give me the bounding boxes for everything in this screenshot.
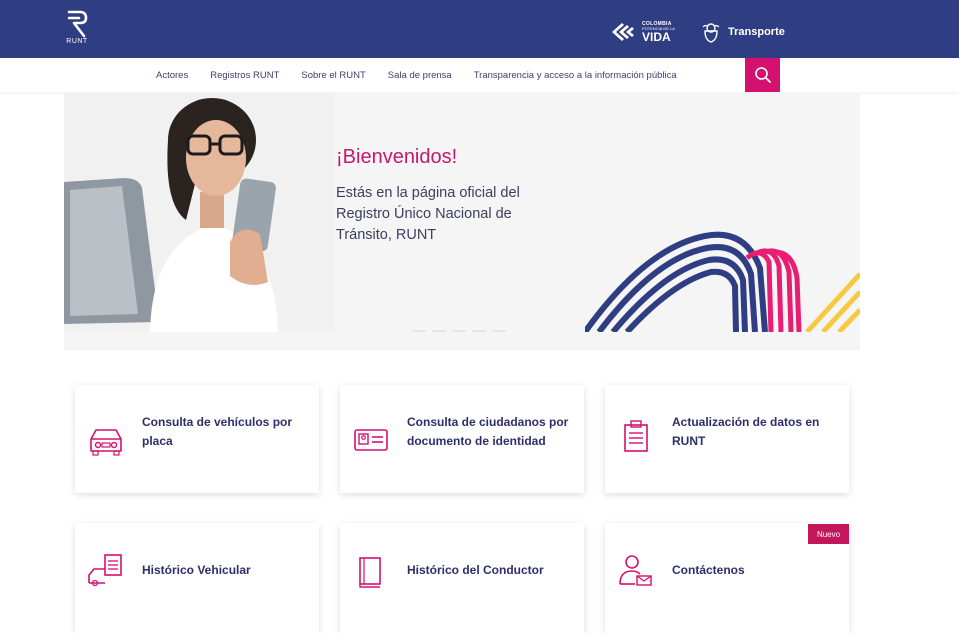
nav-item-sobre-el-runt[interactable]: Sobre el RUNT bbox=[301, 70, 365, 81]
document-icon bbox=[624, 420, 648, 452]
crest-icon bbox=[702, 23, 720, 43]
book-icon bbox=[359, 557, 381, 588]
card-label: Histórico Vehicular bbox=[142, 563, 251, 577]
id-card-icon bbox=[354, 429, 388, 451]
ministry-transporte-logo[interactable]: Transporte bbox=[702, 20, 785, 44]
carousel-dot[interactable] bbox=[472, 330, 486, 332]
card-actualizacion-datos[interactable]: Actualización de datos en RUNT bbox=[605, 385, 849, 493]
decorative-ribbon bbox=[585, 231, 860, 332]
nav-items: Actores Registros RUNT Sobre el RUNT Sal… bbox=[145, 58, 688, 92]
nav-item-transparencia[interactable]: Transparencia y acceso a la información … bbox=[474, 70, 677, 81]
card-label: Histórico del Conductor bbox=[407, 563, 544, 577]
card-consulta-vehiculos[interactable]: Consulta de vehículos por placa bbox=[75, 385, 319, 493]
card-label: Consulta de ciudadanos por documento de … bbox=[407, 415, 569, 448]
runt-logo-text: RUNT bbox=[66, 38, 88, 45]
card-label: Consulta de vehículos por placa bbox=[142, 415, 293, 448]
carousel-prev-button[interactable]: ‹ bbox=[182, 292, 191, 318]
card-consulta-ciudadanos[interactable]: Consulta de ciudadanos por documento de … bbox=[340, 385, 584, 493]
search-icon bbox=[754, 67, 771, 83]
hero-title: ¡Bienvenidos! bbox=[336, 146, 458, 168]
ministry-label: Transporte bbox=[728, 26, 785, 38]
card-historico-conductor[interactable]: Histórico del Conductor bbox=[340, 523, 584, 633]
carousel-dot[interactable] bbox=[432, 330, 446, 332]
hero-text: Estás en la página oficial del Registro … bbox=[336, 185, 520, 243]
card-label: Actualización de datos en RUNT bbox=[672, 415, 820, 448]
carousel-dots bbox=[412, 330, 506, 332]
nav-item-actores[interactable]: Actores bbox=[156, 70, 188, 81]
runt-logo-icon bbox=[67, 10, 88, 38]
new-badge: Nuevo bbox=[808, 524, 849, 544]
nav-item-sala-de-prensa[interactable]: Sala de prensa bbox=[388, 70, 452, 81]
main-nav: Actores Registros RUNT Sobre el RUNT Sal… bbox=[0, 58, 959, 92]
carousel-dot[interactable] bbox=[412, 330, 426, 332]
colombia-potencia-logo[interactable]: COLOMBIA POTENCIA DE LA VIDA bbox=[610, 18, 675, 46]
top-bar: RUNT COLOMBIA POTENCIA DE LA VIDA Transp… bbox=[0, 0, 959, 58]
card-label: Contáctenos bbox=[672, 563, 745, 577]
vehicle-history-icon bbox=[88, 554, 122, 587]
carousel-dot[interactable] bbox=[492, 330, 506, 332]
nav-item-registros-runt[interactable]: Registros RUNT bbox=[210, 70, 279, 81]
car-icon bbox=[90, 429, 122, 456]
carousel-dot[interactable] bbox=[452, 330, 466, 332]
runt-logo[interactable]: RUNT bbox=[60, 10, 94, 50]
search-button[interactable] bbox=[745, 58, 780, 92]
card-historico-vehicular[interactable]: Histórico Vehicular bbox=[75, 523, 319, 633]
colombia-wing-icon bbox=[612, 23, 634, 41]
contact-icon bbox=[619, 555, 652, 586]
hero-woman-image bbox=[64, 92, 334, 332]
chevron-left-icon: ‹ bbox=[182, 290, 191, 320]
colombia-line3: VIDA bbox=[642, 29, 671, 44]
